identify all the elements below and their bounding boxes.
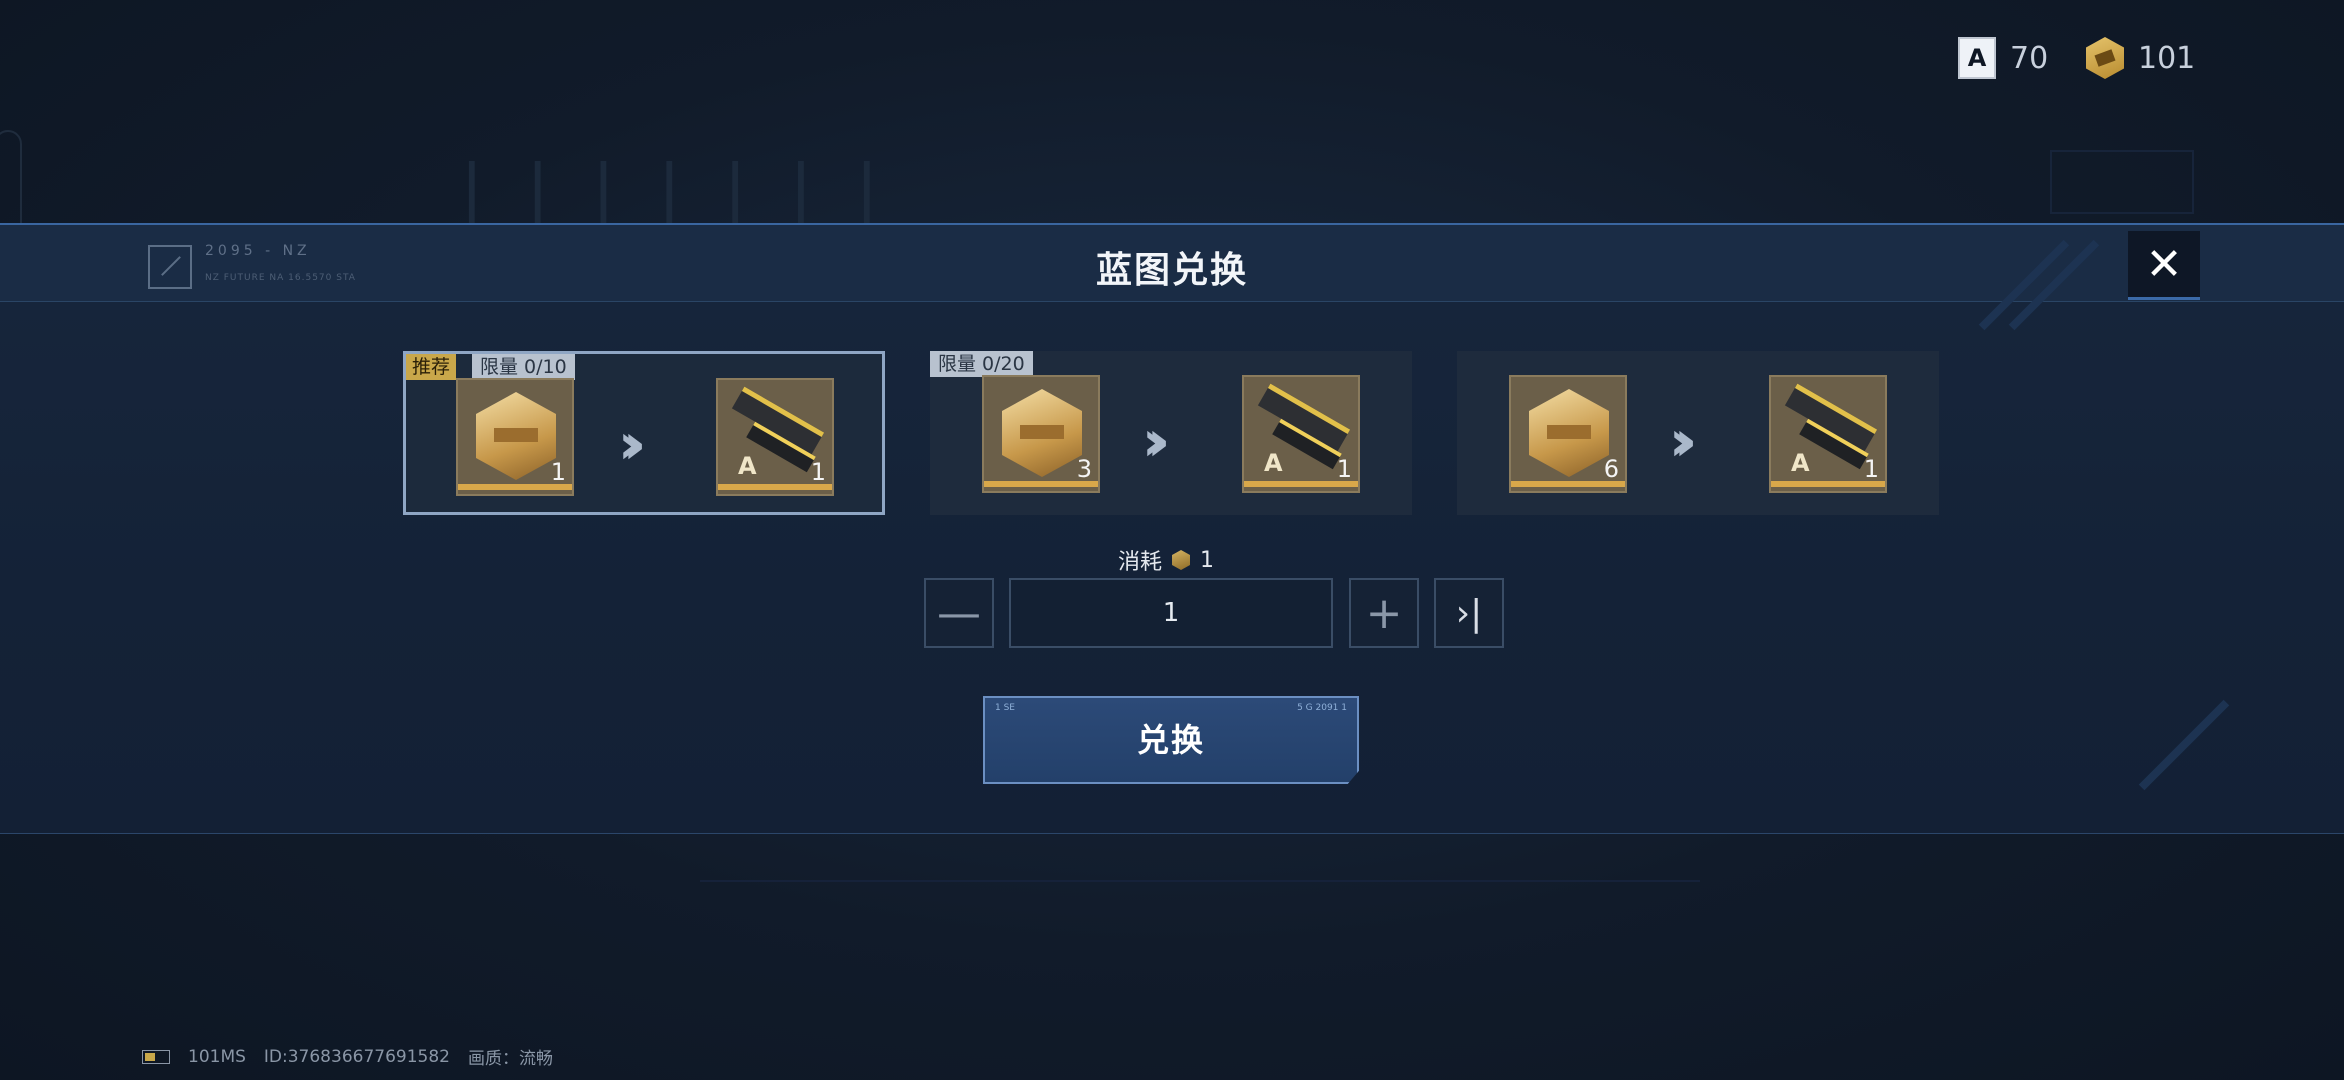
- cost-qty: 1: [550, 458, 566, 486]
- blueprint-currency: A 70: [1958, 37, 2049, 79]
- consume-label: 消耗: [1118, 550, 1163, 575]
- quality-setting: 画质：流畅: [467, 1049, 553, 1069]
- recommended-tag: 推荐: [406, 354, 457, 380]
- blueprint-badge-icon: [1002, 389, 1082, 477]
- reward-qty: 1: [810, 458, 826, 486]
- token-count: 101: [2138, 40, 2196, 76]
- reward-item: A 1: [1242, 375, 1360, 493]
- exchange-button-label: 兑换: [1136, 721, 1205, 759]
- blueprint-badge-icon: [476, 392, 556, 480]
- status-footer: 101MS ID:376836677691582 画质：流畅: [142, 1044, 553, 1069]
- decrease-button[interactable]: —: [924, 578, 994, 648]
- increase-button[interactable]: +: [1349, 578, 1419, 648]
- consume-info: 消耗 1: [1118, 544, 1214, 576]
- exchange-option-1[interactable]: 推荐 限量 0/10 1 ›› A 1: [403, 351, 885, 515]
- consume-value: 1: [1200, 547, 1215, 573]
- reward-qty: 1: [1863, 455, 1879, 483]
- exchange-option-2[interactable]: 限量 0/20 3 ›› A 1: [930, 351, 1412, 515]
- close-icon: ✕: [2145, 238, 2183, 290]
- decor-stripe: [2138, 699, 2230, 791]
- plus-icon: +: [1365, 587, 1403, 639]
- dialog-title: 蓝图兑换: [1095, 250, 1248, 291]
- limit-tag: 限量 0/10: [472, 354, 575, 380]
- blueprint-mark-icon: A: [1264, 449, 1283, 477]
- cost-item: 3: [982, 375, 1100, 493]
- exchange-option-3[interactable]: 6 ›› A 1: [1457, 351, 1939, 515]
- blueprint-badge-icon: [1529, 389, 1609, 477]
- minus-icon: —: [937, 587, 981, 639]
- blueprint-count: 70: [2010, 40, 2049, 76]
- background-ghost-bar: [700, 880, 1700, 962]
- blueprint-mark-icon: A: [738, 452, 757, 480]
- reward-item: A 1: [1769, 375, 1887, 493]
- dialog-header: 2095 - NZ NZ FUTURE NA 16.5570 STA 蓝图兑换 …: [0, 225, 2344, 302]
- token-currency: 101: [2086, 37, 2196, 79]
- max-button[interactable]: ›|: [1434, 578, 1504, 648]
- button-deco-right: 5 G 2091 1: [1297, 703, 1347, 713]
- close-button[interactable]: ✕: [2128, 231, 2200, 300]
- ping-text: 101MS: [188, 1046, 246, 1067]
- cost-item: 1: [456, 378, 574, 496]
- double-chevron-right-icon: ››: [1142, 409, 1170, 474]
- quantity-input[interactable]: 1: [1009, 578, 1333, 648]
- exchange-button[interactable]: 1 SE 5 G 2091 1 兑换: [983, 696, 1359, 784]
- cost-qty: 3: [1076, 455, 1092, 483]
- blueprint-mark-icon: A: [1791, 449, 1810, 477]
- background-ghost-title: | | | | | | |: [460, 150, 889, 232]
- token-icon: [1172, 550, 1191, 570]
- cost-item: 6: [1509, 375, 1627, 493]
- double-chevron-right-icon: ››: [618, 412, 646, 477]
- player-id: ID:376836677691582: [263, 1046, 450, 1067]
- cost-qty: 6: [1603, 455, 1619, 483]
- button-deco-left: 1 SE: [995, 703, 1015, 713]
- reward-item: A 1: [716, 378, 834, 496]
- double-chevron-right-icon: ››: [1669, 409, 1697, 474]
- background-ghost-panel: [2050, 150, 2194, 214]
- blueprint-icon: A: [1958, 37, 1996, 79]
- battery-icon: [142, 1049, 170, 1064]
- limit-tag: 限量 0/20: [930, 351, 1033, 377]
- reward-qty: 1: [1336, 455, 1352, 483]
- token-icon: [2086, 37, 2124, 79]
- skip-to-max-icon: ›|: [1455, 592, 1483, 634]
